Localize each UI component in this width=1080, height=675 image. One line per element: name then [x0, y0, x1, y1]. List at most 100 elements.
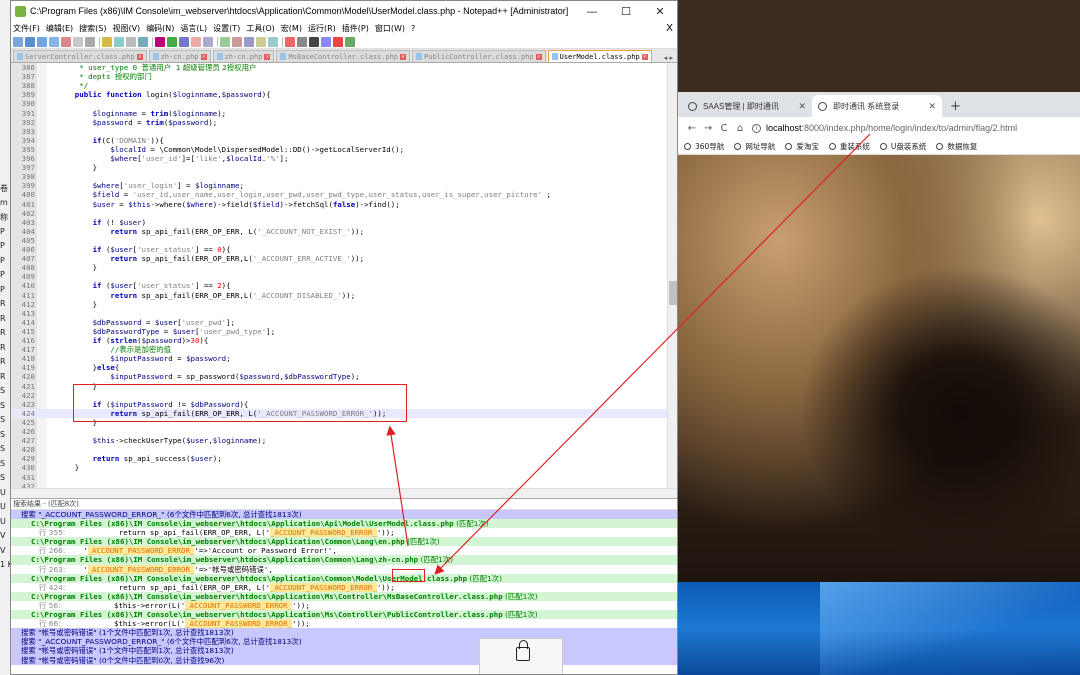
toolbar-button-icon[interactable] [49, 36, 59, 47]
toolbar-button-icon[interactable] [309, 36, 319, 47]
toolbar-button-icon[interactable] [285, 36, 295, 47]
search-result-file[interactable]: C:\Program Files (x86)\IM Console\im_web… [11, 519, 677, 529]
search-result-search[interactable]: 搜索 "_ACCOUNT_PASSWORD_ERROR_" (6个文件中匹配到6… [11, 637, 677, 647]
close-button[interactable]: ✕ [643, 5, 677, 18]
horizontal-scrollbar[interactable] [11, 488, 677, 498]
menu-item[interactable]: 工具(O) [246, 23, 275, 34]
bookmark-item[interactable]: 数据恢复 [936, 141, 977, 152]
menu-item[interactable]: 窗口(W) [375, 23, 405, 34]
file-tab[interactable]: zh-cn.php × [148, 50, 211, 62]
bookmark-item[interactable]: U盘装系统 [879, 141, 926, 152]
toolbar-button-icon[interactable] [13, 36, 23, 47]
new-tab-button[interactable]: + [942, 99, 969, 117]
search-result-search[interactable]: 搜索 "帐号或密码错误" (1个文件中匹配到1次, 总计查找1813次) [11, 646, 677, 656]
file-tab[interactable]: UserModel.class.php × [547, 50, 652, 62]
toolbar-button-icon[interactable] [167, 36, 177, 47]
back-button[interactable]: ← [684, 123, 700, 134]
tab-close-icon[interactable]: × [400, 53, 407, 60]
toolbar-button-icon[interactable] [256, 36, 266, 47]
file-tab[interactable]: PublicController.class.php × [412, 50, 546, 62]
search-results-panel[interactable]: 搜索结果 - (匹配8次) 搜索 "_ACCOUNT_PASSWORD_ERRO… [11, 498, 677, 674]
toolbar-button-icon[interactable] [61, 36, 71, 47]
search-result-file[interactable]: C:\Program Files (x86)\IM Console\im_web… [11, 591, 677, 601]
toolbar-button-icon[interactable] [333, 36, 343, 47]
toolbar-button-icon[interactable] [297, 36, 307, 47]
file-tab[interactable]: zh-cn.php × [212, 50, 275, 62]
search-result-hit[interactable]: 行 263: '_ACCOUNT_PASSWORD_ERROR_'=>'帐号或密… [11, 564, 677, 574]
search-result-file[interactable]: C:\Program Files (x86)\IM Console\im_web… [11, 573, 677, 583]
search-result-hit[interactable]: 行 56: $this->error(L('_ACCOUNT_PASSWORD_… [11, 600, 677, 611]
toolbar-button-icon[interactable] [321, 36, 331, 47]
toolbar-button-icon[interactable] [25, 36, 35, 47]
menu-item[interactable]: 编辑(E) [46, 23, 73, 34]
toolbar-button-icon[interactable] [244, 36, 254, 47]
menu-item[interactable]: 运行(R) [308, 23, 336, 34]
close-doc-icon[interactable]: X [666, 23, 673, 34]
toolbar-button-icon[interactable] [126, 36, 136, 47]
toolbar-button-icon[interactable] [155, 36, 165, 47]
bookmark-item[interactable]: 重装系统 [828, 141, 870, 152]
home-button[interactable]: ⌂ [732, 123, 748, 134]
toolbar-button-icon[interactable] [37, 36, 47, 47]
toolbar-button-icon[interactable] [138, 36, 148, 47]
search-result-hit[interactable]: 行 355: return sp_api_fail(ERR_OP_ERR, L(… [11, 528, 677, 538]
url-field[interactable]: i localhost :8000/index.php/home/login/i… [752, 123, 1017, 133]
browser-tab-login[interactable]: 即时通讯 系统登录 ✕ [812, 95, 942, 117]
search-result-hit[interactable]: 行 266: '_ACCOUNT_PASSWORD_ERROR_'=>'Acco… [11, 546, 677, 556]
code-token: = [114, 199, 129, 209]
reload-button[interactable]: C [716, 123, 732, 134]
toolbar-button-icon[interactable] [203, 36, 213, 47]
menu-item[interactable]: 编码(N) [146, 23, 174, 34]
bookmark-item[interactable]: 360导航 [684, 141, 724, 152]
search-result-search[interactable]: 搜索 "_ACCOUNT_PASSWORD_ERROR_" (6个文件中匹配到6… [11, 510, 677, 520]
search-result-file[interactable]: C:\Program Files (x86)\IM Console\im_web… [11, 610, 677, 620]
search-result-file[interactable]: C:\Program Files (x86)\IM Console\im_web… [11, 555, 677, 565]
menu-item[interactable]: ? [411, 24, 415, 33]
unlock-popup[interactable] [479, 638, 563, 674]
tab-close-icon[interactable]: × [200, 53, 207, 60]
browser-tab-saas[interactable]: SAAS管理 | 即时通讯 ✕ [682, 95, 812, 117]
code-editor[interactable]: 386 * user_type 0 普通用户 1 超级管理员 2授权用户 387 … [11, 63, 677, 498]
toolbar-button-icon[interactable] [85, 36, 95, 47]
maximize-button[interactable]: ☐ [609, 5, 643, 18]
toolbar-button-icon[interactable] [220, 36, 230, 47]
tab-close-icon[interactable]: × [264, 53, 271, 60]
search-result-search[interactable]: 搜索 "帐号或密码错误" (1个文件中匹配到1次, 总计查找1813次) [11, 628, 677, 638]
search-result-file[interactable]: C:\Program Files (x86)\IM Console\im_web… [11, 537, 677, 547]
toolbar-button-icon[interactable] [73, 36, 83, 47]
menu-item[interactable]: 设置(T) [213, 23, 240, 34]
tab-close-icon[interactable]: × [136, 53, 143, 60]
scroll-thumb[interactable] [669, 281, 677, 305]
menu-item[interactable]: 搜索(S) [79, 23, 106, 34]
tab-scroll-arrows[interactable]: ◂ ▸ [664, 54, 677, 62]
search-result-hit[interactable]: 行 424: return sp_api_fail(ERR_OP_ERR, L(… [11, 582, 677, 592]
vertical-scrollbar[interactable] [667, 63, 677, 498]
tab-close-icon[interactable]: ✕ [928, 101, 936, 112]
result-text-before: ' [65, 564, 88, 574]
menu-item[interactable]: 插件(P) [342, 23, 369, 34]
menu-item[interactable]: 语言(L) [180, 23, 207, 34]
toolbar-button-icon[interactable] [179, 36, 189, 47]
menu-item[interactable]: 宏(M) [281, 23, 302, 34]
code-token: )); [350, 254, 365, 264]
file-tab[interactable]: MsBaseController.class.php × [276, 50, 411, 62]
minimize-button[interactable]: — [575, 5, 609, 18]
menu-item[interactable]: 视图(V) [112, 23, 140, 34]
file-tab[interactable]: ServerController.class.php × [13, 50, 147, 62]
toolbar-button-icon[interactable] [191, 36, 201, 47]
toolbar-button-icon[interactable] [268, 36, 278, 47]
menu-item[interactable]: 文件(F) [13, 23, 40, 34]
search-result-hit[interactable]: 行 66: $this->error(L('_ACCOUNT_PASSWORD_… [11, 619, 677, 629]
toolbar-button-icon[interactable] [345, 36, 355, 47]
forward-button[interactable]: → [700, 123, 716, 134]
tab-close-icon[interactable]: × [641, 53, 648, 60]
toolbar-button-icon[interactable] [102, 36, 112, 47]
search-result-search[interactable]: 搜索 "帐号或密码错误" (0个文件中匹配到0次, 总计查找96次) [11, 655, 677, 665]
bookmark-item[interactable]: 爱淘宝 [785, 141, 819, 152]
tab-close-icon[interactable]: ✕ [798, 101, 806, 112]
toolbar-button-icon[interactable] [232, 36, 242, 47]
site-info-icon[interactable]: i [752, 123, 761, 133]
toolbar-button-icon[interactable] [114, 36, 124, 47]
tab-close-icon[interactable]: × [535, 53, 542, 60]
bookmark-item[interactable]: 网址导航 [734, 141, 775, 152]
